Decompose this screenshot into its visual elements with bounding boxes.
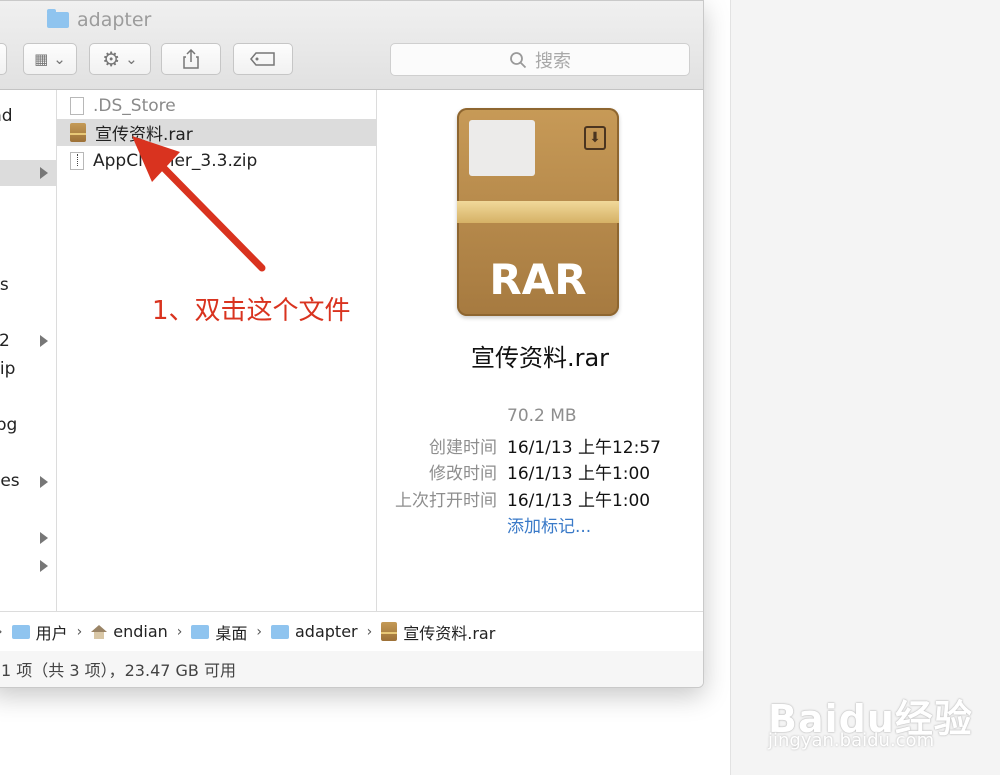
annotation-text: 1、双击这个文件	[152, 296, 351, 326]
annotation-arrow-layer	[132, 136, 266, 272]
watermark-url: jingyan.baidu.com	[768, 730, 935, 751]
annotation-arrow-icon	[132, 136, 266, 272]
